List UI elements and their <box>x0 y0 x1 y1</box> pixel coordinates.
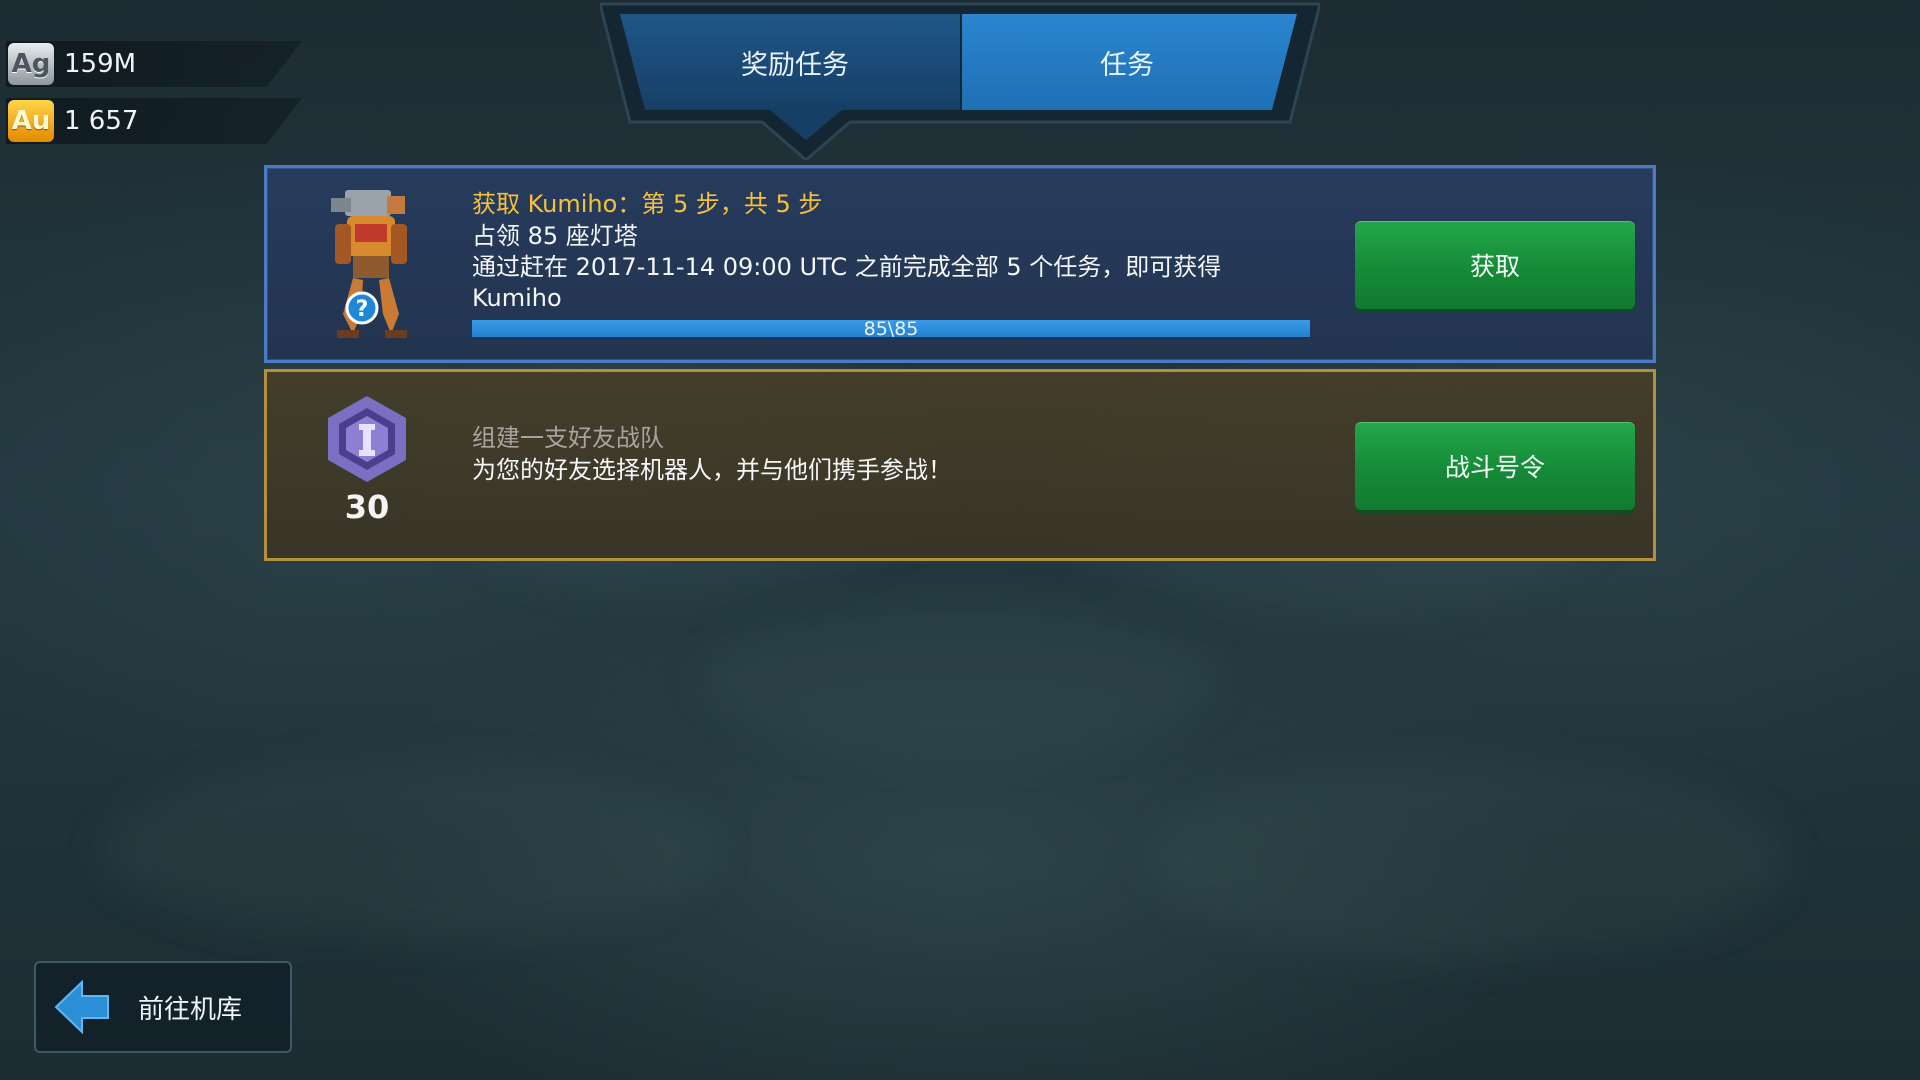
background-decor <box>100 760 720 940</box>
battle-call-button[interactable]: 战斗号令 <box>1355 422 1635 510</box>
squad-badge-number: 30 <box>344 488 390 526</box>
robot-kumiho-icon: ? <box>317 184 427 344</box>
squad-hexagon-icon <box>322 394 412 484</box>
gold-icon: Au <box>8 100 54 142</box>
squad-description: 为您的好友选择机器人，并与他们携手参战！ <box>472 456 952 484</box>
silver-amount: 159M <box>64 49 137 79</box>
quest-objective: 占领 85 座灯塔 <box>472 222 638 250</box>
back-arrow-icon <box>54 980 109 1034</box>
silver-currency: Ag 159M <box>6 41 302 87</box>
quest-title: 获取 Kumiho：第 5 步，共 5 步 <box>472 190 823 218</box>
claim-button[interactable]: 获取 <box>1355 221 1635 309</box>
tab-tasks[interactable]: 任务 <box>962 14 1292 110</box>
quest-description-cont: Kumiho <box>472 284 562 312</box>
go-to-hangar-button[interactable]: 前往机库 <box>34 961 292 1053</box>
squad-title: 组建一支好友战队 <box>472 424 664 452</box>
quest-card-squad: 30 组建一支好友战队 为您的好友选择机器人，并与他们携手参战！ 战斗号令 <box>264 369 1656 561</box>
quest-progress-text: 85\85 <box>863 317 919 340</box>
quest-description: 通过赶在 2017-11-14 09:00 UTC 之前完成全部 5 个任务，即… <box>472 253 1222 281</box>
go-to-hangar-label: 前往机库 <box>138 994 243 1025</box>
gold-currency: Au 1 657 <box>6 98 302 144</box>
tab-bar: 奖励任务 任务 <box>600 0 1320 160</box>
silver-icon: Ag <box>8 43 54 85</box>
tab-reward-tasks[interactable]: 奖励任务 <box>630 14 960 110</box>
background-decor <box>700 600 1220 760</box>
quest-progress-bar: 85\85 <box>472 317 1310 340</box>
svg-text:?: ? <box>356 297 369 322</box>
quest-card-kumiho: ? 获取 Kumiho：第 5 步，共 5 步 占领 85 座灯塔 通过赶在 2… <box>264 165 1656 363</box>
background-decor <box>1150 760 1790 960</box>
gold-amount: 1 657 <box>64 106 139 136</box>
